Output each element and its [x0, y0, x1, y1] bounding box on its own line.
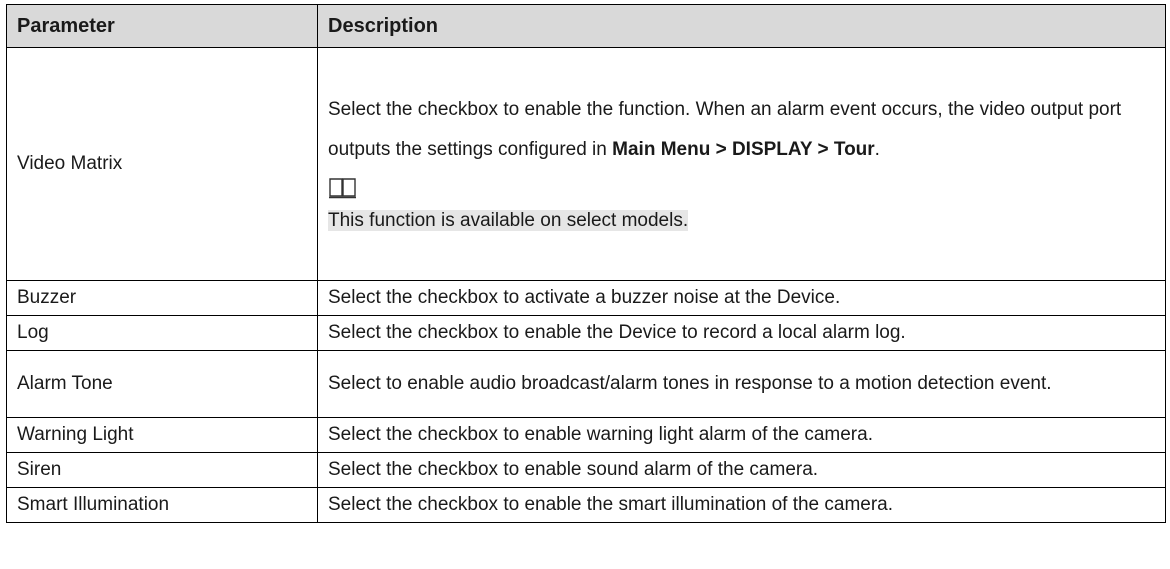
table-row: Warning Light Select the checkbox to ena…: [6, 417, 1166, 453]
description-cell: Select the checkbox to enable the smart …: [317, 487, 1166, 523]
param-cell: Log: [6, 315, 318, 351]
description-cell: Select the checkbox to enable sound alar…: [317, 452, 1166, 488]
param-cell: Buzzer: [6, 280, 318, 316]
table-header-row: Parameter Description: [6, 4, 1166, 48]
note-line: This function is available on select mod…: [328, 204, 1155, 238]
description-cell: Select the checkbox to enable warning li…: [317, 417, 1166, 453]
description-cell: Select the checkbox to enable the functi…: [317, 47, 1166, 281]
description-cell: Select to enable audio broadcast/alarm t…: [317, 350, 1166, 418]
note-text: This function is available on select mod…: [328, 210, 689, 231]
book-icon: [329, 178, 356, 199]
param-cell: Video Matrix: [6, 47, 318, 281]
table-row: Smart Illumination Select the checkbox t…: [6, 487, 1166, 523]
param-cell: Smart Illumination: [6, 487, 318, 523]
header-description: Description: [317, 4, 1166, 48]
table-row: Video Matrix Select the checkbox to enab…: [6, 47, 1166, 281]
param-cell: Siren: [6, 452, 318, 488]
parameter-table: Parameter Description Video Matrix Selec…: [6, 4, 1166, 523]
table-row: Alarm Tone Select to enable audio broadc…: [6, 350, 1166, 418]
menu-path: Main Menu > DISPLAY > Tour: [612, 139, 875, 160]
note-icon-line: [328, 170, 1155, 204]
table-row: Log Select the checkbox to enable the De…: [6, 315, 1166, 351]
description-period: .: [874, 139, 880, 160]
header-parameter: Parameter: [6, 4, 318, 48]
table-row: Buzzer Select the checkbox to activate a…: [6, 280, 1166, 316]
param-cell: Warning Light: [6, 417, 318, 453]
description-cell: Select the checkbox to activate a buzzer…: [317, 280, 1166, 316]
description-cell: Select the checkbox to enable the Device…: [317, 315, 1166, 351]
table-row: Siren Select the checkbox to enable soun…: [6, 452, 1166, 488]
param-cell: Alarm Tone: [6, 350, 318, 418]
